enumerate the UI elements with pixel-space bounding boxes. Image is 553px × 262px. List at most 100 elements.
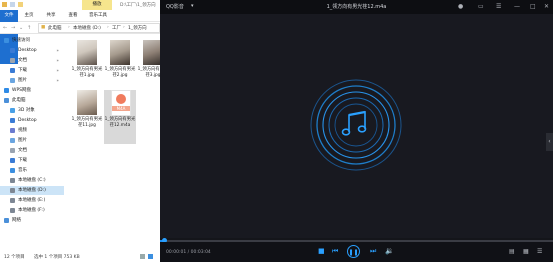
sidebar-item[interactable]: Desktop [0, 116, 64, 125]
pin-icon[interactable]: ● [458, 4, 463, 10]
side-panel-toggle-icon[interactable]: ‹ [546, 133, 553, 151]
address-box[interactable]: ■ 此电脑 › 本地磁盘 (D:) › 工厂 › 1_领方向 [38, 23, 160, 33]
pictures-icon [10, 138, 15, 143]
recent-chevron-icon[interactable]: ⌄ [19, 25, 23, 31]
minimize-icon[interactable]: — [514, 4, 520, 10]
image-thumbnail [77, 40, 97, 65]
file-item[interactable]: 1_领方向有男光荏1.jpg [71, 40, 103, 94]
breadcrumb-this-pc[interactable]: 此电脑 [48, 25, 62, 31]
sidebar-item[interactable]: 本地磁盘 (C:) [0, 176, 64, 185]
breadcrumb-separator-icon: › [68, 25, 70, 30]
sidebar-item[interactable]: 图片 ✶ [0, 76, 64, 85]
sidebar-item[interactable]: 网络 [0, 216, 64, 225]
file-item[interactable]: 1_领方向有男光荏11.jpg [71, 90, 103, 144]
file-name: 1_领方向有男光荏2.jpg [104, 67, 136, 78]
folder-icon [2, 2, 7, 7]
pin-icon[interactable]: ✶ [56, 66, 59, 75]
audio-visualizer [310, 79, 402, 171]
sidebar-item-label: 此电脑 [12, 98, 26, 103]
sidebar-item[interactable]: 图片 [0, 136, 64, 145]
sidebar-item[interactable]: 本地磁盘 (F:) [0, 206, 64, 215]
pin-icon[interactable]: ✶ [56, 76, 59, 85]
file-name: 1_领方向有男光荏1.jpg [71, 67, 103, 78]
file-item[interactable]: M4A 1_领方向有男光荏12.m4a [104, 90, 136, 144]
properties-icon[interactable] [10, 2, 15, 7]
explorer-window-title: D:\工厂\1_领方向 [120, 3, 156, 8]
sidebar-item[interactable]: 视频 [0, 126, 64, 135]
up-arrow-icon[interactable]: ↑ [27, 25, 31, 31]
details-view-icon[interactable] [140, 254, 145, 259]
sidebar-item[interactable]: 此电脑 [0, 96, 64, 105]
sidebar-item[interactable]: 本地磁盘 (D:) [0, 186, 64, 195]
playlist-icon[interactable]: ☰ [537, 248, 542, 256]
drive-icon [10, 188, 15, 193]
qq-player-window: QQ影音 ▾ 1_领方向有男光荏12.m4a ● ▭ ☰ — □ ✕ ‹ 00:… [160, 0, 553, 262]
folder-icon: ■ [41, 25, 46, 30]
status-bar: 12 个项目 选中 1 个项目 753 KB [0, 252, 160, 262]
tab-home[interactable]: 主页 [22, 10, 36, 21]
tab-music-tools[interactable]: 音乐工具 [86, 10, 110, 21]
back-arrow-icon[interactable]: ← [3, 25, 7, 31]
forward-arrow-icon[interactable]: → [11, 25, 15, 31]
previous-icon[interactable]: ⏮ [332, 247, 338, 256]
file-type-badge: M4A [112, 106, 130, 111]
pictures-icon [10, 78, 15, 83]
close-icon[interactable]: ✕ [544, 4, 549, 10]
tab-share[interactable]: 共享 [44, 10, 58, 21]
sidebar-item[interactable]: 文档 [0, 146, 64, 155]
sidebar-item[interactable]: 本地磁盘 (E:) [0, 196, 64, 205]
file-name: 1_领方向有男光荏11.jpg [71, 117, 103, 128]
pause-button[interactable]: ❚❚ [347, 245, 360, 258]
sidebar-item[interactable]: 下载 ✶ [0, 66, 64, 75]
sidebar-item[interactable]: 下载 [0, 156, 64, 165]
sidebar-item-label: 图片 [18, 138, 27, 143]
equalizer-icon[interactable]: ▤ [509, 248, 515, 256]
image-thumbnail [77, 90, 97, 115]
sidebar-item[interactable]: 快速访问 [0, 36, 64, 45]
mini-mode-icon[interactable]: ▭ [478, 4, 484, 10]
maximize-icon[interactable]: □ [530, 4, 536, 10]
file-explorer-window: 播放 D:\工厂\1_领方向 文件 主页 共享 查看 音乐工具 ← → ⌄ ↑ … [0, 0, 168, 262]
download-icon [10, 68, 15, 73]
sidebar-item-label: 本地磁盘 (F:) [18, 208, 45, 213]
large-icons-view-icon[interactable] [148, 254, 153, 259]
file-item[interactable]: 1_领方向有男光荏2.jpg [104, 40, 136, 94]
computer-icon [4, 98, 9, 103]
sidebar-item-label: 快速访问 [12, 38, 30, 43]
next-icon[interactable]: ⏭ [370, 247, 376, 256]
volume-icon[interactable]: 🔉 [385, 247, 394, 256]
player-stage[interactable]: ‹ [160, 14, 553, 238]
sidebar-item[interactable]: 3D 对象 [0, 106, 64, 115]
time-readout: 00:00:01 / 00:03:04 [166, 250, 211, 255]
breadcrumb-factory[interactable]: 工厂 [112, 25, 121, 31]
address-bar-row: ← → ⌄ ↑ ■ 此电脑 › 本地磁盘 (D:) › 工厂 › 1_领方向 [0, 22, 160, 34]
player-titlebar: QQ影音 ▾ 1_领方向有男光荏12.m4a ● ▭ ☰ — □ ✕ [160, 0, 553, 14]
sidebar-item[interactable]: 文档 ✶ [0, 56, 64, 65]
tab-play-context[interactable]: 播放 [82, 0, 112, 10]
ribbon-tabs: 文件 主页 共享 查看 音乐工具 [0, 10, 160, 64]
sidebar-item-label: 音乐 [18, 168, 27, 173]
sidebar-item-label: WPS网盘 [12, 88, 32, 93]
cloud-icon [4, 88, 9, 93]
sidebar-item-label: 图片 [18, 78, 27, 83]
sidebar-item[interactable]: WPS网盘 [0, 86, 64, 95]
item-count: 12 个项目 [4, 255, 25, 260]
audio-badge-circle [116, 94, 126, 104]
image-thumbnail [110, 40, 130, 65]
breadcrumb-drive-d[interactable]: 本地磁盘 (D:) [73, 25, 101, 31]
tab-view[interactable]: 查看 [66, 10, 80, 21]
new-folder-icon[interactable] [18, 2, 23, 7]
sidebar-item-label: 网络 [12, 218, 21, 223]
breadcrumb-current-folder[interactable]: 1_领方向 [128, 25, 147, 31]
breadcrumb-separator-icon: › [123, 25, 125, 30]
pin-icon[interactable]: ✶ [56, 46, 59, 55]
menu-icon[interactable]: ☰ [496, 4, 501, 10]
sidebar-item[interactable]: Desktop ✶ [0, 46, 64, 55]
toolbox-icon[interactable]: ▦ [523, 248, 529, 256]
stop-icon[interactable]: ■ [318, 247, 325, 256]
sidebar-item-label: 本地磁盘 (C:) [18, 178, 46, 183]
desktop-icon [10, 118, 15, 123]
sidebar-item-label: Desktop [18, 118, 37, 123]
pin-icon[interactable]: ✶ [56, 56, 59, 65]
sidebar-item[interactable]: 音乐 [0, 166, 64, 175]
